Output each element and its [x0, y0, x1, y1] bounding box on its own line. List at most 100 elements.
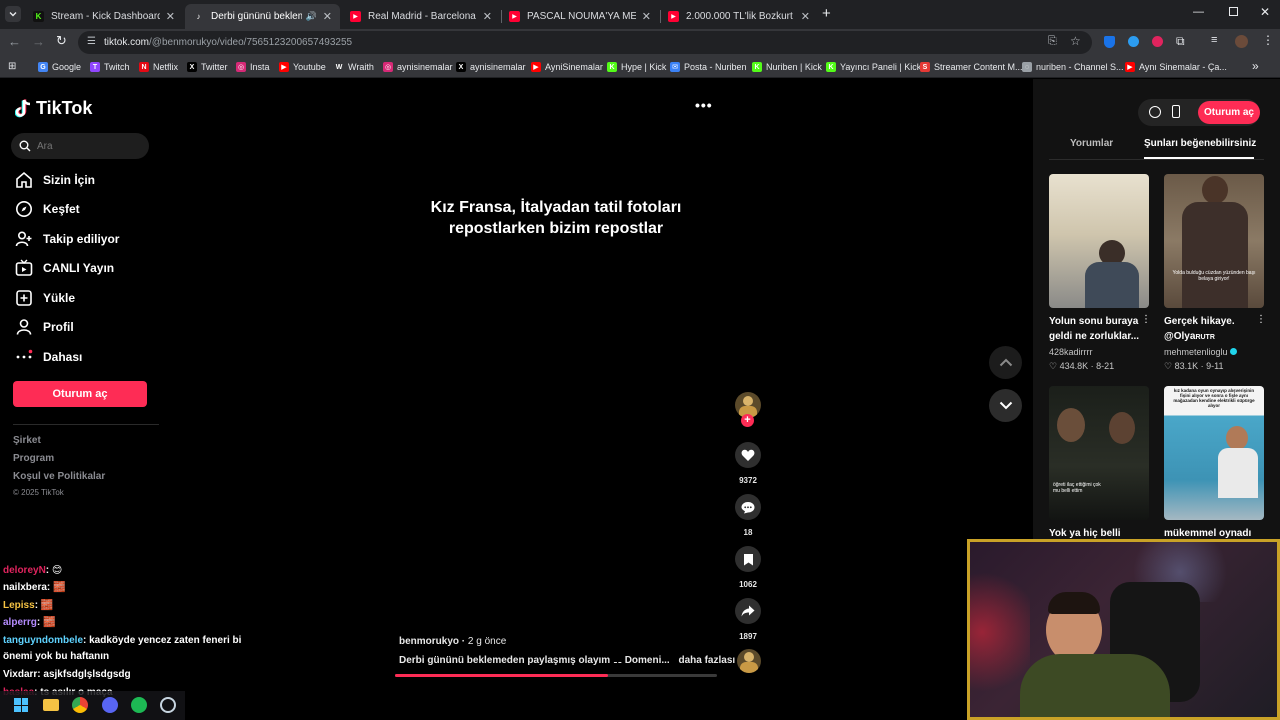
- bookmark-item[interactable]: ▶ Youtube: [279, 60, 326, 74]
- browser-tab[interactable]: ▶ PASCAL NOUMA'YA MEYDAN O ✕: [501, 4, 659, 29]
- spotify-icon[interactable]: [131, 697, 147, 713]
- chat-username[interactable]: tanguyndombele: [3, 635, 83, 646]
- discord-icon[interactable]: [102, 697, 118, 713]
- browser-tab[interactable]: ▶ 2.000.000 TL'lik Bozkurt Çiftliği ✕: [660, 4, 818, 29]
- footer-company[interactable]: Şirket: [13, 435, 41, 446]
- video-author[interactable]: benmorukyo · 2 g önce: [399, 636, 506, 647]
- footer-program[interactable]: Program: [13, 453, 54, 464]
- browser-tab-active[interactable]: ♪ Derbi gününü beklemeden 🔊 ✕: [185, 4, 340, 29]
- nav-for-you[interactable]: Sizin İçin: [15, 170, 95, 190]
- bookmark-item[interactable]: G Google: [38, 60, 81, 74]
- tiktok-logo[interactable]: TikTok: [15, 98, 92, 119]
- bookmark-item[interactable]: ◎ aynisinemalar: [383, 60, 453, 74]
- speaker-icon[interactable]: 🔊: [306, 11, 317, 22]
- bookmark-item[interactable]: ▶ Aynı Sinemalar - Ça...: [1125, 60, 1227, 74]
- like-button[interactable]: [735, 442, 761, 468]
- bookmark-item[interactable]: Xaynisinemalar: [456, 60, 526, 74]
- back-button[interactable]: ←: [8, 34, 21, 49]
- bookmark-item[interactable]: K Yayıncı Paneli | Kick: [826, 60, 921, 74]
- file-explorer-icon[interactable]: [43, 699, 59, 711]
- bookmark-item[interactable]: K Nuriben | Kick: [752, 60, 822, 74]
- forward-button[interactable]: →: [32, 34, 45, 49]
- close-tab-icon[interactable]: ✕: [166, 10, 175, 23]
- login-button[interactable]: Oturum aç: [13, 381, 147, 407]
- bookmark-item[interactable]: X Twitter: [187, 60, 228, 74]
- bookmark-item[interactable]: T Twitch: [90, 60, 130, 74]
- close-tab-icon[interactable]: ✕: [323, 10, 332, 23]
- suggested-video-thumbnail[interactable]: Yolda bulduğu cüzdan yüzünden başı belay…: [1164, 174, 1264, 308]
- close-tab-icon[interactable]: ✕: [642, 10, 651, 23]
- nav-following[interactable]: Takip ediliyor: [15, 229, 119, 249]
- nav-live[interactable]: CANLI Yayın: [15, 258, 114, 278]
- chat-username[interactable]: nailxbera: [3, 582, 47, 593]
- footer-terms[interactable]: Koşul ve Politikalar: [13, 471, 105, 482]
- bookmark-item[interactable]: ▶ AyniSinemalar: [531, 60, 603, 74]
- steam-icon[interactable]: [160, 697, 176, 713]
- panel-login-button[interactable]: Oturum aç: [1198, 101, 1260, 124]
- search-box[interactable]: [11, 133, 149, 159]
- new-tab-button[interactable]: +: [822, 5, 831, 22]
- card-title-line2[interactable]: @OlyaRUTR: [1164, 329, 1215, 345]
- chrome-icon[interactable]: [72, 697, 88, 713]
- save-button[interactable]: [735, 546, 761, 572]
- bookmark-item[interactable]: K Hype | Kick: [607, 60, 666, 74]
- extension-blue-icon[interactable]: [1128, 36, 1139, 47]
- bookmark-item[interactable]: ◌ nuriben - Channel S...: [1022, 60, 1124, 74]
- card-title-line1[interactable]: Yolun sonu buraya: [1049, 314, 1138, 329]
- share-button[interactable]: [735, 598, 761, 624]
- close-tab-icon[interactable]: ✕: [801, 10, 810, 23]
- minimize-button[interactable]: —: [1193, 6, 1204, 18]
- nav-upload[interactable]: Yükle: [15, 288, 75, 308]
- chat-username[interactable]: Lepiss: [3, 600, 35, 611]
- windows-start-icon[interactable]: [14, 698, 28, 712]
- video-progress-track[interactable]: [395, 674, 717, 677]
- profile-avatar[interactable]: [1235, 35, 1248, 48]
- card-title-line2[interactable]: geldi ne zorluklar...: [1049, 329, 1139, 344]
- browser-tab[interactable]: ▶ Real Madrid - Barcelona (2-1) - ✕: [342, 4, 500, 29]
- suggested-video-thumbnail[interactable]: kız kadana oyun oynayıp alışverişinin fi…: [1164, 386, 1264, 520]
- extensions-puzzle-icon[interactable]: ⧉: [1176, 34, 1185, 49]
- mention[interactable]: @Olya: [1164, 331, 1195, 342]
- site-info-icon[interactable]: ☰: [87, 36, 96, 47]
- bookmarks-overflow-button[interactable]: »: [1252, 59, 1259, 73]
- card-author[interactable]: 428kadirrrr: [1049, 347, 1093, 357]
- next-video-button[interactable]: [989, 389, 1022, 422]
- card-title-line1[interactable]: Gerçek hikaye.: [1164, 314, 1235, 329]
- install-icon[interactable]: ⎘: [1048, 35, 1057, 48]
- search-input[interactable]: [37, 140, 137, 152]
- reload-button[interactable]: ↻: [56, 33, 67, 49]
- apps-grid-icon[interactable]: ⊞: [8, 61, 16, 72]
- suggested-video-thumbnail[interactable]: öğreti ilaç ettiğimi çok mu belli ettim: [1049, 386, 1149, 520]
- bookmark-item[interactable]: ◎ Insta: [236, 60, 270, 74]
- device-icon[interactable]: [1172, 105, 1180, 118]
- browser-tab[interactable]: K Stream - Kick Dashboard ✕: [25, 4, 183, 29]
- maximize-button[interactable]: [1229, 7, 1238, 16]
- chat-username[interactable]: deloreyN: [3, 565, 46, 576]
- chat-username[interactable]: alperrg: [3, 617, 37, 628]
- card-author[interactable]: mehmetenlioglu: [1164, 347, 1228, 357]
- video-options-icon[interactable]: •••: [695, 97, 713, 113]
- bookmark-item[interactable]: ✉ Posta - Nuriben: [670, 60, 747, 74]
- media-control-icon[interactable]: ≡: [1211, 34, 1217, 46]
- browser-menu-icon[interactable]: ⋮: [1262, 33, 1274, 47]
- card-options-icon[interactable]: ⋮: [1256, 314, 1266, 325]
- card-options-icon[interactable]: ⋮: [1141, 314, 1151, 325]
- nav-explore[interactable]: Keşfet: [15, 199, 80, 219]
- coin-icon[interactable]: [1149, 106, 1161, 118]
- video-frame[interactable]: benmorukyo: [391, 221, 721, 558]
- author-name[interactable]: benmorukyo: [399, 636, 459, 647]
- bookmark-item[interactable]: N Netflix: [139, 60, 178, 74]
- tab-search-button[interactable]: [5, 6, 21, 22]
- address-bar[interactable]: ☰ tiktok.com/@benmorukyo/video/756512320…: [78, 31, 1092, 54]
- nav-more[interactable]: Dahası: [15, 347, 82, 367]
- bookmark-star-icon[interactable]: ☆: [1070, 34, 1081, 48]
- extension-shield-icon[interactable]: [1104, 36, 1115, 48]
- close-tab-icon[interactable]: ✕: [483, 10, 492, 23]
- tab-comments[interactable]: Yorumlar: [1070, 138, 1113, 149]
- tab-suggested[interactable]: Şunları beğenebilirsiniz: [1144, 138, 1256, 149]
- bookmark-item[interactable]: W Wraith: [334, 60, 374, 74]
- see-more-link[interactable]: daha fazlası: [678, 655, 735, 666]
- extension-red-icon[interactable]: [1152, 36, 1163, 47]
- previous-video-button[interactable]: [989, 346, 1022, 379]
- bookmark-item[interactable]: S Streamer Content M...: [920, 60, 1023, 74]
